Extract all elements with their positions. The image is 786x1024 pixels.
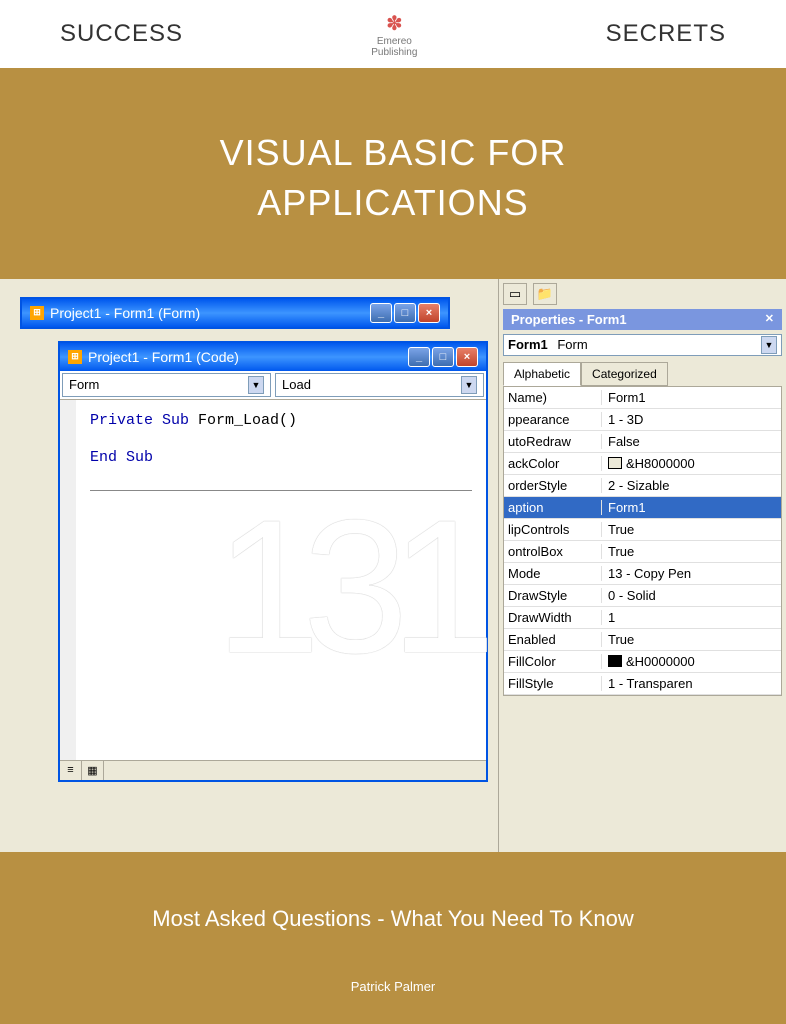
object-selector[interactable]: Form1 Form ▼ <box>503 334 782 356</box>
dropdown-arrow-icon[interactable]: ▼ <box>461 376 477 394</box>
publisher-logo: ✽ Emereo Publishing <box>371 11 417 58</box>
header-right: SECRETS <box>606 20 726 48</box>
property-row[interactable]: Mode13 - Copy Pen <box>504 563 781 585</box>
property-row[interactable]: Name)Form1 <box>504 387 781 409</box>
header: SUCCESS ✽ Emereo Publishing SECRETS <box>0 0 786 68</box>
subtitle: Most Asked Questions - What You Need To … <box>0 906 786 932</box>
code-line: End Sub <box>90 449 472 466</box>
title-section: VISUAL BASIC FOR APPLICATIONS <box>0 68 786 279</box>
property-row[interactable]: DrawWidth1 <box>504 607 781 629</box>
form-titlebar[interactable]: ⊞ Project1 - Form1 (Form) _ □ × <box>22 299 448 327</box>
color-swatch <box>608 457 622 469</box>
code-view-buttons: ≡ ▦ <box>60 760 486 780</box>
property-row[interactable]: utoRedrawFalse <box>504 431 781 453</box>
view-button[interactable]: ▭ <box>503 283 527 305</box>
procedure-view-button[interactable]: ≡ <box>60 761 82 780</box>
book-title: VISUAL BASIC FOR APPLICATIONS <box>40 128 746 229</box>
maximize-button[interactable]: □ <box>432 347 454 367</box>
object-dropdown[interactable]: Form ▼ <box>62 373 271 397</box>
tab-categorized[interactable]: Categorized <box>581 362 668 386</box>
property-row[interactable]: lipControlsTrue <box>504 519 781 541</box>
code-window-title: Project1 - Form1 (Code) <box>88 349 239 365</box>
close-button[interactable]: × <box>456 347 478 367</box>
color-swatch <box>608 655 622 667</box>
header-left: SUCCESS <box>60 20 183 48</box>
property-grid[interactable]: Name)Form1ppearance1 - 3DutoRedrawFalsea… <box>503 386 782 696</box>
panel-toolbar: ▭ 📁 <box>499 279 786 305</box>
close-button[interactable]: × <box>418 303 440 323</box>
property-row[interactable]: orderStyle2 - Sizable <box>504 475 781 497</box>
code-titlebar[interactable]: ⊞ Project1 - Form1 (Code) _ □ × <box>60 343 486 371</box>
property-row[interactable]: DrawStyle0 - Solid <box>504 585 781 607</box>
property-row[interactable]: aptionForm1 <box>504 497 781 519</box>
event-dropdown[interactable]: Load ▼ <box>275 373 484 397</box>
close-icon[interactable]: ✕ <box>765 312 774 327</box>
form-designer-window[interactable]: ⊞ Project1 - Form1 (Form) _ □ × <box>20 297 450 329</box>
property-row[interactable]: ppearance1 - 3D <box>504 409 781 431</box>
property-row[interactable]: FillStyle1 - Transparen <box>504 673 781 695</box>
maximize-button[interactable]: □ <box>394 303 416 323</box>
code-toolbar: Form ▼ Load ▼ <box>60 371 486 400</box>
big-number: 131 <box>215 478 478 696</box>
author: Patrick Palmer <box>0 979 786 994</box>
code-line: Private Sub Form_Load() <box>90 412 472 429</box>
property-row[interactable]: ontrolBoxTrue <box>504 541 781 563</box>
properties-title: Properties - Form1 ✕ <box>503 309 782 330</box>
folder-button[interactable]: 📁 <box>533 283 557 305</box>
minimize-button[interactable]: _ <box>370 303 392 323</box>
star-icon: ✽ <box>386 11 403 36</box>
minimize-button[interactable]: _ <box>408 347 430 367</box>
tab-alphabetic[interactable]: Alphabetic <box>503 362 581 386</box>
vb-form-icon: ⊞ <box>30 306 44 320</box>
property-row[interactable]: FillColor&H0000000 <box>504 651 781 673</box>
properties-panel: ▭ 📁 Properties - Form1 ✕ Form1 Form ▼ Al… <box>498 279 786 852</box>
property-row[interactable]: ackColor&H8000000 <box>504 453 781 475</box>
property-row[interactable]: EnabledTrue <box>504 629 781 651</box>
property-tabs: Alphabetic Categorized <box>503 362 782 386</box>
dropdown-arrow-icon[interactable]: ▼ <box>248 376 264 394</box>
full-view-button[interactable]: ▦ <box>82 761 104 780</box>
form-window-title: Project1 - Form1 (Form) <box>50 305 200 321</box>
dropdown-arrow-icon[interactable]: ▼ <box>761 336 777 354</box>
vb-code-icon: ⊞ <box>68 350 82 364</box>
